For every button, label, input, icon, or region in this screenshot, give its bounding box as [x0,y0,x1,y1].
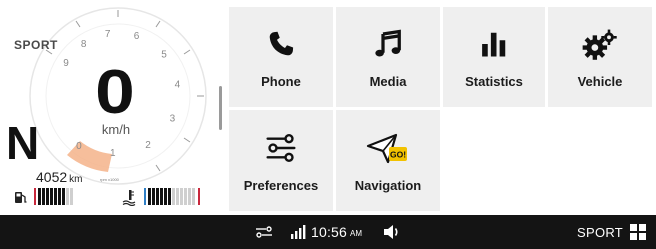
bar-segment [70,188,73,205]
clock: 10:56 AM [311,215,362,249]
rpm-tick-label: 8 [81,39,87,50]
volume-icon[interactable] [383,215,401,249]
instrument-cluster: 0 1 2 3 4 5 6 7 8 9 SPORT 0 km/h N 4052 km rpm x10… [0,0,222,215]
bar-segment [180,188,183,205]
bar-segment [54,188,57,205]
bar-segment [46,188,49,205]
bar-segment [152,188,155,205]
tile-media[interactable]: Media [336,7,440,107]
drive-mode-label: SPORT [14,38,58,52]
bar-segment [148,188,151,205]
gears-icon [548,29,652,61]
rpm-tick-label: 5 [161,49,167,60]
temperature-level-bar [144,188,200,205]
rpm-unit-label: rpm x1000 [100,177,119,182]
bar-limit-marker [198,188,200,205]
rpm-tick-label: 9 [63,58,69,69]
odometer-value: 4052 [36,169,68,185]
panel-drag-handle[interactable] [219,86,222,130]
odometer: 4052 km [36,169,83,185]
tile-label: Vehicle [577,74,623,89]
tile-phone[interactable]: Phone [229,7,333,107]
tile-navigation[interactable]: GO! Navigation [336,110,440,211]
bar-segment [58,188,61,205]
bar-segment [164,188,167,205]
clock-ampm: AM [350,229,363,238]
speed-unit: km/h [101,122,131,137]
tile-preferences[interactable]: Preferences [229,110,333,211]
bar-segment [192,188,195,205]
fuel-pump-icon [14,190,28,209]
bar-segment [168,188,171,205]
speed-readout: 0 [95,58,135,127]
phone-icon [229,29,333,59]
tile-statistics[interactable]: Statistics [443,7,545,107]
fuel-level-bar [34,188,74,205]
music-note-icon [336,29,440,59]
bar-limit-marker [34,188,36,205]
sliders-icon [229,132,333,164]
rpm-tick-label: 0 [76,141,82,152]
bar-segment [176,188,179,205]
bar-segment [160,188,163,205]
navigation-go-icon: GO! [336,132,440,166]
tile-label: Media [369,74,407,89]
odometer-unit: km [69,174,83,185]
tile-label: Phone [261,74,301,89]
rpm-tick-label: 2 [145,140,151,151]
rpm-tick-label: 7 [105,29,111,40]
signal-icon [290,215,308,249]
rpm-tick-label: 3 [170,113,176,124]
rpm-tick-label: 1 [110,148,116,159]
grid-menu-icon[interactable] [630,215,646,249]
coolant-temperature-icon [121,188,139,211]
tile-label: Navigation [354,178,422,193]
statusbar-drive-mode: SPORT [577,224,624,240]
svg-text:GO!: GO! [390,150,406,160]
clock-time: 10:56 [311,224,348,240]
tile-vehicle[interactable]: Vehicle [548,7,652,107]
status-bar: 10:56 AM SPORT [0,215,656,249]
connection-icon[interactable] [255,215,273,249]
bar-segment [172,188,175,205]
tile-label: Statistics [465,74,523,89]
bar-segment [156,188,159,205]
bar-limit-marker [144,188,146,205]
bar-segment [188,188,191,205]
bar-segment [50,188,53,205]
bar-chart-icon [443,29,545,59]
tile-label: Preferences [243,178,319,193]
bar-segment [66,188,69,205]
rpm-tick-label: 6 [134,31,140,42]
gear-indicator: N [6,117,40,169]
bar-segment [38,188,41,205]
bar-segment [42,188,45,205]
bar-segment [62,188,65,205]
rpm-tick-label: 4 [175,80,181,91]
bar-segment [184,188,187,205]
